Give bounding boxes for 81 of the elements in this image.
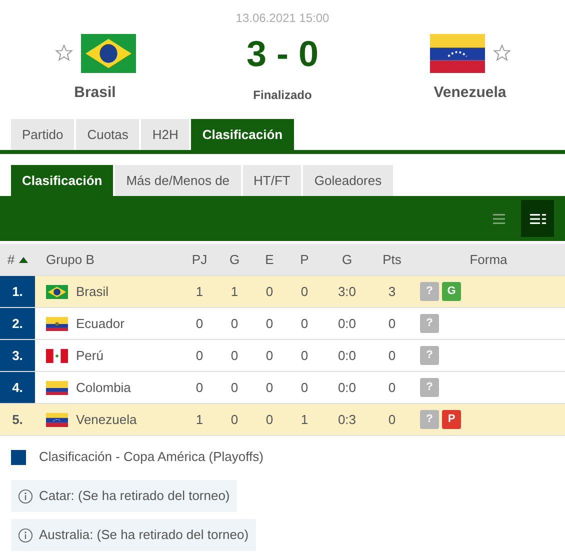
- tab[interactable]: Clasificación: [191, 119, 294, 150]
- tab[interactable]: Cuotas: [76, 119, 140, 150]
- column-header[interactable]: E: [265, 250, 274, 270]
- table-cell-text: 0: [264, 314, 274, 333]
- table-cell-text: 0: [264, 378, 274, 397]
- table-cell-text: 0:3: [336, 410, 358, 429]
- rank-cell: 4.: [0, 372, 35, 403]
- rank-cell-text: 5.: [11, 410, 24, 429]
- table-cell-text: 1: [194, 410, 204, 429]
- column-header[interactable]: G: [229, 250, 240, 270]
- info-icon: [18, 528, 33, 542]
- view-toggle-button[interactable]: [521, 200, 554, 237]
- column-header[interactable]: P: [300, 250, 309, 270]
- star-icon[interactable]: [54, 44, 72, 62]
- table-cell-text: 0:0: [336, 314, 358, 333]
- match-score: 3 - 0: [245, 36, 320, 72]
- rank-cell: 2.: [0, 308, 35, 339]
- detailed-list-icon: [530, 212, 546, 224]
- flag-icon: [46, 284, 68, 298]
- table-cell-text: 0: [264, 410, 274, 429]
- sort-ascending-icon: [18, 256, 28, 262]
- list-icon: [492, 212, 504, 224]
- flag-icon: [46, 380, 68, 394]
- table-cell-text: 0: [264, 346, 274, 365]
- team-link[interactable]: Brasil: [76, 282, 109, 302]
- tab[interactable]: Partido: [11, 119, 74, 150]
- table-cell-text: 0: [387, 410, 397, 429]
- tab[interactable]: Más de/Menos de: [115, 165, 241, 196]
- rank-cell: 1.: [0, 276, 35, 307]
- team-name[interactable]: Venezuela: [434, 82, 506, 104]
- tab[interactable]: H2H: [141, 119, 190, 150]
- team-link[interactable]: Ecuador: [76, 314, 124, 334]
- column-header[interactable]: Grupo B: [46, 250, 94, 270]
- tab[interactable]: Clasificación: [11, 165, 114, 196]
- table-cell-text: 0: [194, 378, 204, 397]
- note-text: Australia: (Se ha retirado del torneo): [39, 526, 249, 544]
- info-icon: [18, 488, 33, 504]
- table-cell-text: 1: [230, 282, 240, 301]
- table-cell-text: 0: [230, 314, 240, 333]
- flag-icon: [80, 34, 136, 72]
- table-cell-text: 0: [230, 378, 240, 397]
- flag-icon: [46, 412, 68, 426]
- column-header[interactable]: Pts: [382, 250, 402, 270]
- column-header[interactable]: Forma: [470, 250, 508, 270]
- table-cell-text: 0:0: [336, 346, 358, 365]
- table-cell-text: 1: [300, 410, 310, 429]
- flag-icon: [46, 348, 68, 362]
- column-header[interactable]: PJ: [192, 250, 208, 270]
- flag-icon: [46, 316, 68, 330]
- star-icon[interactable]: [492, 44, 510, 62]
- form-badge[interactable]: P: [442, 410, 461, 429]
- table-cell-text: 0: [300, 378, 310, 397]
- table-cell-text: 0: [300, 282, 310, 301]
- table-cell-text: 0: [264, 282, 274, 301]
- legend-label: Clasificación - Copa América (Playoffs): [39, 448, 264, 466]
- table-cell-text: 0: [300, 346, 310, 365]
- column-header[interactable]: #: [7, 250, 15, 270]
- tab[interactable]: HT/FT: [242, 165, 302, 196]
- tab[interactable]: Goleadores: [303, 165, 393, 196]
- table-cell-text: 0: [194, 314, 204, 333]
- team-link[interactable]: Venezuela: [76, 410, 137, 430]
- rank-cell: 3.: [0, 340, 35, 371]
- team-link[interactable]: Colombia: [76, 378, 131, 398]
- table-cell-text: 1: [194, 282, 204, 301]
- table-cell-text: 3: [387, 282, 397, 301]
- table-cell-text: 0: [387, 314, 397, 333]
- table-cell-text: 0: [387, 346, 397, 365]
- match-date: 13.06.2021 15:00: [234, 10, 330, 24]
- match-status: Finalizado: [252, 87, 313, 104]
- table-cell-text: 0:0: [336, 378, 358, 397]
- table-cell-text: 0: [387, 378, 397, 397]
- column-header[interactable]: G: [342, 250, 352, 270]
- flag-icon: [430, 34, 484, 72]
- team-name[interactable]: Brasil: [74, 82, 116, 104]
- note-text: Catar: (Se ha retirado del torneo): [39, 487, 230, 506]
- table-cell-text: 0: [300, 314, 310, 333]
- table-cell-text: 3:0: [336, 282, 358, 301]
- table-cell-text: 0: [194, 346, 204, 365]
- table-cell-text: 0: [230, 410, 240, 429]
- table-cell-text: 0: [230, 346, 240, 365]
- team-link[interactable]: Perú: [76, 346, 104, 366]
